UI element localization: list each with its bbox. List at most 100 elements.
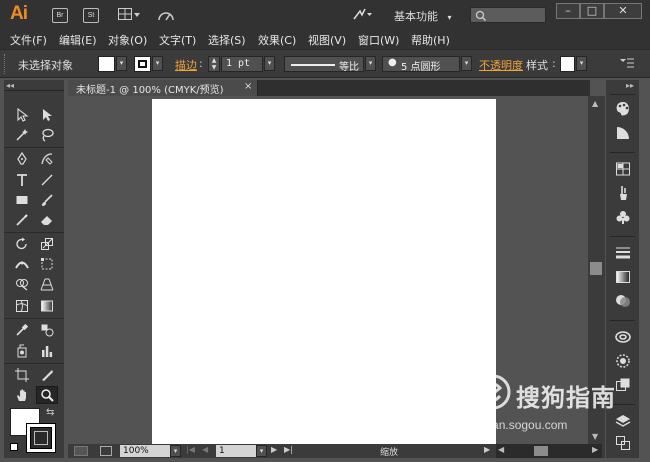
menu-object[interactable]: 对象(O) — [108, 32, 147, 48]
zoom-tool-icon[interactable] — [36, 386, 58, 404]
scroll-down-icon[interactable]: ▼ — [592, 432, 598, 441]
eraser-tool-icon[interactable] — [36, 211, 58, 229]
magic-wand-tool-icon[interactable] — [11, 126, 33, 144]
default-colors-icon[interactable] — [10, 443, 18, 451]
rotate-tool-icon[interactable] — [11, 235, 33, 253]
gpu-performance-icon[interactable] — [157, 8, 175, 25]
close-window-button[interactable]: ✕ — [604, 3, 642, 19]
transparency-panel-icon[interactable] — [614, 292, 632, 310]
menu-file[interactable]: 文件(F) — [10, 32, 47, 48]
zoom-level-input[interactable]: 100% — [120, 445, 170, 457]
menu-help[interactable]: 帮助(H) — [411, 32, 450, 48]
appearance-panel-icon[interactable] — [614, 352, 632, 370]
menu-window[interactable]: 窗口(W) — [358, 32, 399, 48]
artboard-number-dropdown[interactable]: ▾ — [256, 445, 267, 457]
artboard-number-input[interactable]: 1 — [216, 445, 256, 457]
graphic-styles-icon[interactable] — [614, 376, 632, 394]
stroke-weight-stepper[interactable]: ▲ ▼ — [208, 56, 220, 72]
sync-settings-icon[interactable] — [352, 7, 372, 24]
scroll-up-icon[interactable]: ▲ — [592, 99, 598, 108]
column-graph-tool-icon[interactable] — [36, 342, 58, 360]
stroke-panel-link[interactable]: 描边 — [175, 57, 197, 73]
variable-width-profile[interactable]: 等比 — [284, 56, 364, 73]
stroke-weight-dropdown[interactable]: ▾ — [264, 56, 275, 71]
stroke-weight-input[interactable]: 1 pt — [221, 56, 263, 72]
maximize-button[interactable]: □ — [580, 3, 604, 19]
gradient-panel-icon[interactable] — [614, 268, 632, 286]
graphic-style-dropdown[interactable]: ▾ — [576, 56, 587, 71]
graphic-style-swatch[interactable] — [560, 56, 575, 72]
brush-dropdown[interactable]: ▾ — [461, 56, 472, 71]
status-menu-arrow-icon[interactable]: ▶ — [484, 445, 490, 454]
stroke-swatch[interactable] — [134, 56, 151, 72]
menu-edit[interactable]: 编辑(E) — [59, 32, 97, 48]
color-guide-icon[interactable] — [614, 124, 632, 142]
collapse-panel-icon[interactable]: ◂◂ — [6, 81, 14, 90]
shaper-tool-icon[interactable] — [11, 211, 33, 229]
menu-select[interactable]: 选择(S) — [208, 32, 246, 48]
rectangle-tool-icon[interactable] — [11, 191, 33, 209]
mesh-tool-icon[interactable] — [11, 297, 33, 315]
stroke-dropdown[interactable]: ▾ — [152, 56, 163, 71]
selection-tool-icon[interactable] — [11, 106, 33, 124]
stroke-panel-icon[interactable] — [614, 244, 632, 262]
symbols-panel-icon[interactable] — [614, 208, 632, 226]
fill-swatch[interactable] — [98, 56, 115, 72]
hand-tool-icon[interactable] — [11, 386, 33, 404]
panel-grip[interactable] — [4, 54, 7, 74]
menu-view[interactable]: 视图(V) — [308, 32, 346, 48]
arrange-documents-icon[interactable] — [118, 8, 140, 25]
first-artboard-icon[interactable]: |◀ — [186, 445, 195, 454]
menu-type[interactable]: 文字(T) — [159, 32, 196, 48]
blend-tool-icon[interactable] — [36, 321, 58, 339]
artboards-panel-icon[interactable] — [614, 434, 632, 452]
previous-artboard-icon[interactable]: ◀ — [202, 445, 208, 454]
direct-selection-tool-icon[interactable] — [36, 106, 58, 124]
last-artboard-icon[interactable]: ▶| — [284, 445, 293, 454]
bridge-button[interactable]: Br — [52, 8, 68, 23]
shape-builder-tool-icon[interactable] — [11, 275, 33, 293]
zoom-level-dropdown[interactable]: ▾ — [170, 445, 181, 457]
brush-definition[interactable]: ● 5 点圆形 — [382, 56, 460, 73]
share-icon[interactable] — [100, 446, 112, 456]
curvature-tool-icon[interactable] — [36, 150, 58, 168]
symbol-sprayer-tool-icon[interactable] — [11, 342, 33, 360]
stroke-color-box[interactable] — [26, 423, 56, 453]
fill-dropdown[interactable]: ▾ — [116, 56, 127, 71]
gpu-preview-icon[interactable] — [74, 446, 88, 456]
next-artboard-icon[interactable]: ▶ — [271, 445, 277, 454]
hscrollbar-thumb[interactable] — [534, 446, 548, 456]
close-tab-icon[interactable]: × — [244, 81, 252, 92]
minimize-button[interactable]: – — [556, 3, 580, 19]
swatches-panel-icon[interactable] — [614, 160, 632, 178]
eyedropper-tool-icon[interactable] — [11, 321, 33, 339]
layers-panel-icon[interactable] — [614, 412, 632, 430]
type-tool-icon[interactable] — [11, 171, 33, 189]
scroll-right-icon[interactable]: ▶ — [592, 445, 598, 454]
workspace-switcher[interactable]: 基本功能 ▾ — [394, 8, 452, 24]
expand-panels-icon[interactable]: ▸▸ — [626, 81, 634, 90]
lasso-tool-icon[interactable] — [36, 126, 58, 144]
scale-tool-icon[interactable] — [36, 235, 58, 253]
line-segment-tool-icon[interactable] — [36, 171, 58, 189]
swap-colors-icon[interactable]: ⇆ — [46, 407, 54, 418]
pen-tool-icon[interactable] — [11, 150, 33, 168]
scroll-left-icon[interactable]: ◀ — [498, 445, 504, 454]
scrollbar-thumb[interactable] — [590, 262, 602, 275]
width-tool-icon[interactable] — [11, 255, 33, 273]
panel-menu-icon[interactable] — [620, 58, 634, 71]
brushes-panel-icon[interactable] — [614, 184, 632, 202]
artboard[interactable] — [152, 99, 496, 444]
cc-libraries-icon[interactable] — [614, 328, 632, 346]
perspective-grid-tool-icon[interactable] — [36, 275, 58, 293]
color-panel-icon[interactable] — [614, 100, 632, 118]
paintbrush-tool-icon[interactable] — [36, 191, 58, 209]
document-tab[interactable]: 未标题-1 @ 100% (CMYK/预览) × — [68, 80, 258, 96]
gradient-tool-icon[interactable] — [36, 297, 58, 315]
menu-effect[interactable]: 效果(C) — [258, 32, 296, 48]
opacity-panel-link[interactable]: 不透明度 — [479, 57, 523, 73]
profile-dropdown[interactable]: ▾ — [365, 56, 376, 71]
artboard-tool-icon[interactable] — [11, 366, 33, 384]
free-transform-tool-icon[interactable] — [36, 255, 58, 273]
search-input[interactable] — [470, 7, 546, 23]
